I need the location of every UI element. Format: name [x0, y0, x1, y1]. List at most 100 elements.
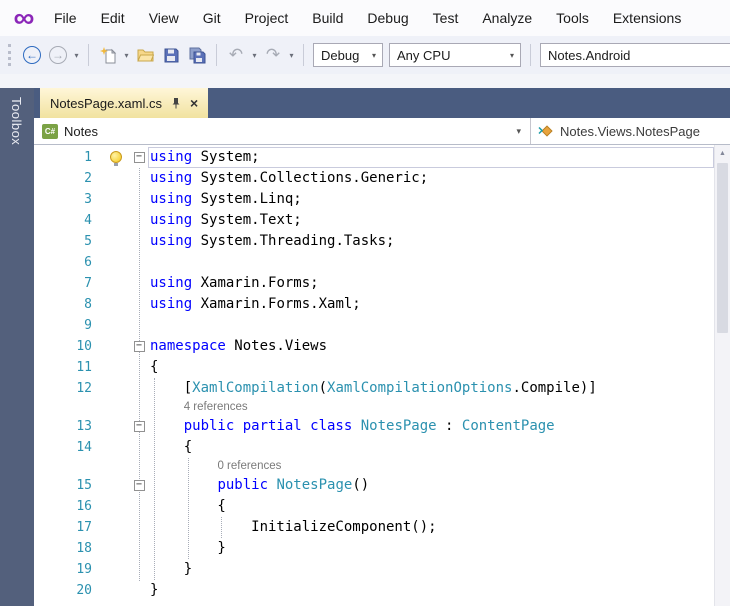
- line-number: 7: [84, 276, 92, 291]
- navigate-back-button[interactable]: ←: [19, 42, 45, 68]
- menu-item-project[interactable]: Project: [233, 0, 301, 36]
- undo-button[interactable]: ↶: [223, 42, 249, 68]
- line-number: 19: [76, 562, 92, 577]
- code-text[interactable]: {: [148, 437, 714, 458]
- document-tab-well: NotesPage.xaml.cs ×: [34, 88, 730, 118]
- code-text[interactable]: namespace Notes.Views: [148, 336, 714, 357]
- pin-icon[interactable]: [170, 97, 182, 110]
- code-line[interactable]: 16 {: [34, 496, 714, 517]
- code-line[interactable]: 9: [34, 315, 714, 336]
- menu-item-view[interactable]: View: [137, 0, 191, 36]
- menu-item-build[interactable]: Build: [300, 0, 355, 36]
- menu-item-analyze[interactable]: Analyze: [470, 0, 544, 36]
- code-line[interactable]: 15 − public NotesPage(): [34, 475, 714, 496]
- code-text[interactable]: using System.Text;: [148, 210, 714, 231]
- redo-button[interactable]: ↷: [260, 42, 286, 68]
- new-item-dropdown[interactable]: ▾: [121, 51, 132, 60]
- code-text[interactable]: InitializeComponent();: [148, 517, 714, 538]
- code-text[interactable]: public NotesPage(): [148, 475, 714, 496]
- code-text[interactable]: }: [148, 559, 714, 580]
- csharp-project-icon: C#: [42, 123, 58, 139]
- code-text[interactable]: [148, 252, 714, 273]
- navigation-history-dropdown[interactable]: ▾: [71, 51, 82, 60]
- code-line[interactable]: 8 using Xamarin.Forms.Xaml;: [34, 294, 714, 315]
- chevron-down-icon: ▾: [516, 125, 521, 136]
- scrollbar-thumb[interactable]: [717, 163, 728, 333]
- code-line[interactable]: 14 {: [34, 437, 714, 458]
- solution-platform-combo[interactable]: Any CPU ▾: [389, 43, 521, 67]
- document-tab[interactable]: NotesPage.xaml.cs ×: [40, 88, 209, 118]
- code-text[interactable]: {: [148, 496, 714, 517]
- type-member-dropdown[interactable]: Notes.Views.NotesPage: [530, 118, 730, 144]
- code-text[interactable]: }: [148, 580, 714, 601]
- toolbar-grip-handle[interactable]: [8, 44, 12, 66]
- codelens-row[interactable]: 4 references: [34, 399, 714, 416]
- menu-item-git[interactable]: Git: [191, 0, 233, 36]
- code-text[interactable]: using Xamarin.Forms;: [148, 273, 714, 294]
- fold-collapse-icon[interactable]: −: [133, 480, 145, 491]
- codelens-row[interactable]: 0 references: [34, 458, 714, 475]
- toolbar-separator: [88, 44, 89, 66]
- code-text[interactable]: using System;: [148, 147, 714, 168]
- back-icon: ←: [23, 46, 41, 64]
- code-text[interactable]: using System.Threading.Tasks;: [148, 231, 714, 252]
- vertical-scrollbar[interactable]: ▲: [714, 145, 730, 606]
- code-text[interactable]: [148, 315, 714, 336]
- code-text[interactable]: }: [148, 538, 714, 559]
- code-text[interactable]: using Xamarin.Forms.Xaml;: [148, 294, 714, 315]
- save-all-button[interactable]: [184, 42, 210, 68]
- code-line[interactable]: 4 using System.Text;: [34, 210, 714, 231]
- code-line[interactable]: 5 using System.Threading.Tasks;: [34, 231, 714, 252]
- code-line[interactable]: 10 − namespace Notes.Views: [34, 336, 714, 357]
- toolbox-side-tab[interactable]: Toolbox: [9, 88, 24, 145]
- undo-icon: ↶: [228, 45, 244, 64]
- redo-dropdown[interactable]: ▾: [286, 51, 297, 60]
- solution-configuration-combo[interactable]: Debug ▾: [313, 43, 383, 67]
- fold-collapse-icon[interactable]: −: [133, 152, 145, 163]
- code-line[interactable]: 18 }: [34, 538, 714, 559]
- line-number: 6: [84, 255, 92, 270]
- menu-item-extensions[interactable]: Extensions: [601, 0, 693, 36]
- code-line[interactable]: 7 using Xamarin.Forms;: [34, 273, 714, 294]
- line-number: 2: [84, 171, 92, 186]
- undo-dropdown[interactable]: ▾: [249, 51, 260, 60]
- line-number: 20: [76, 583, 92, 598]
- code-line[interactable]: 3 using System.Linq;: [34, 189, 714, 210]
- code-line[interactable]: 20}: [34, 580, 714, 601]
- menu-item-tools[interactable]: Tools: [544, 0, 601, 36]
- line-number: 8: [84, 297, 92, 312]
- save-button[interactable]: [158, 42, 184, 68]
- code-line[interactable]: 17 InitializeComponent();: [34, 517, 714, 538]
- menu-item-debug[interactable]: Debug: [355, 0, 420, 36]
- menu-bar-items: File Edit View Git Project Build Debug Test Anal…: [42, 0, 693, 36]
- code-line[interactable]: 11 {: [34, 357, 714, 378]
- quick-actions-lightbulb-icon[interactable]: [110, 151, 122, 166]
- menu-item-file[interactable]: File: [42, 0, 89, 36]
- code-line[interactable]: 1 − using System;: [34, 147, 714, 168]
- codelens-references[interactable]: 0 references: [148, 458, 714, 475]
- code-line[interactable]: 19 }: [34, 559, 714, 580]
- scroll-up-icon[interactable]: ▲: [715, 145, 730, 157]
- new-file-icon: [99, 46, 116, 63]
- menu-item-edit[interactable]: Edit: [89, 0, 137, 36]
- code-line[interactable]: 13 − public partial class NotesPage : Con…: [34, 416, 714, 437]
- code-editor[interactable]: 1− using System; 2 using System.Collections…: [34, 145, 730, 606]
- startup-project-combo[interactable]: Notes.Android: [540, 43, 730, 67]
- menu-item-test[interactable]: Test: [421, 0, 471, 36]
- fold-collapse-icon[interactable]: −: [133, 421, 145, 432]
- code-text[interactable]: public partial class NotesPage : Content…: [148, 416, 714, 437]
- code-line[interactable]: 12 [XamlCompilation(XamlCompilationOptio…: [34, 378, 714, 399]
- open-file-button[interactable]: [132, 42, 158, 68]
- code-line[interactable]: 6: [34, 252, 714, 273]
- code-text[interactable]: using System.Linq;: [148, 189, 714, 210]
- navigate-forward-button[interactable]: →: [45, 42, 71, 68]
- new-file-button[interactable]: [95, 42, 121, 68]
- code-line[interactable]: 2 using System.Collections.Generic;: [34, 168, 714, 189]
- codelens-references[interactable]: 4 references: [148, 399, 714, 416]
- code-text[interactable]: {: [148, 357, 714, 378]
- code-text[interactable]: using System.Collections.Generic;: [148, 168, 714, 189]
- close-icon[interactable]: ×: [190, 96, 198, 110]
- code-text[interactable]: [XamlCompilation(XamlCompilationOptions.…: [148, 378, 714, 399]
- fold-collapse-icon[interactable]: −: [133, 341, 145, 352]
- project-dropdown[interactable]: C# Notes ▾: [34, 118, 530, 144]
